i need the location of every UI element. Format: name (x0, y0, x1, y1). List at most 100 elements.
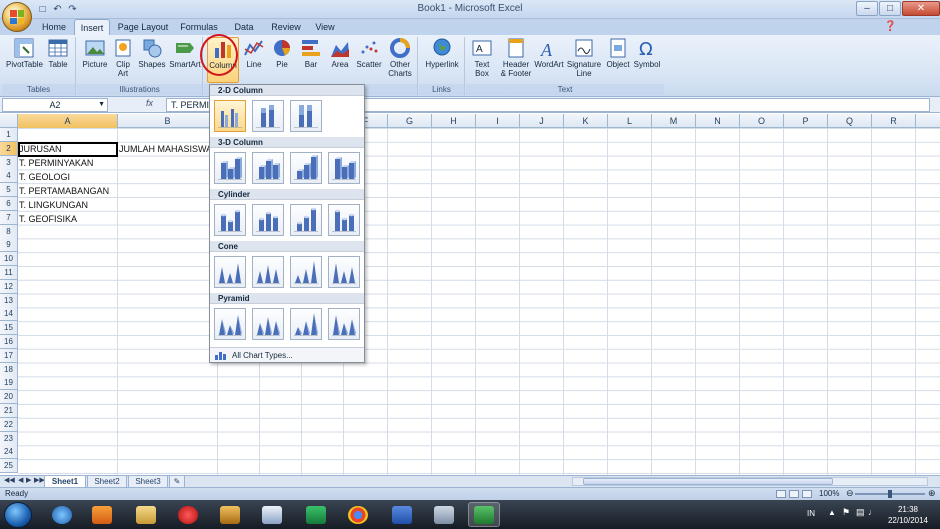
zoom-out-icon[interactable]: ⊖ (846, 488, 854, 499)
page-break-view-icon[interactable] (802, 490, 812, 498)
cells-area[interactable]: JURUSAN JUMLAH MAHASISWA T. PERMINYAKAN … (18, 128, 940, 475)
3d-column-chart-option-3[interactable] (290, 152, 322, 184)
row-header-15[interactable]: 15 (0, 321, 18, 336)
row-header-6[interactable]: 6 (0, 197, 18, 211)
column-header-i[interactable]: I (476, 114, 520, 128)
bar-chart-button[interactable]: Bar (298, 37, 324, 69)
cylinder-column-chart-option-3[interactable] (290, 204, 322, 236)
row-header-2[interactable]: 2 (0, 141, 18, 156)
row-header-16[interactable]: 16 (0, 335, 18, 349)
3d-column-chart-option-2[interactable] (252, 152, 284, 184)
tab-data[interactable]: Data (226, 19, 262, 35)
language-indicator[interactable]: IN (807, 509, 815, 518)
wordart-button[interactable]: A WordArt (534, 37, 564, 69)
column-header-l[interactable]: L (608, 114, 652, 128)
column-header-j[interactable]: J (520, 114, 564, 128)
object-button[interactable]: Object (604, 37, 632, 69)
line-chart-button[interactable]: Line (242, 37, 266, 69)
cylinder-column-chart-option-1[interactable] (214, 204, 246, 236)
file-explorer-icon[interactable] (130, 502, 162, 527)
other-charts-button[interactable]: Other Charts (385, 37, 415, 78)
row-header-7[interactable]: 7 (0, 210, 18, 225)
first-sheet-icon[interactable]: ◀◀ (4, 476, 15, 484)
insert-function-icon[interactable]: fx (146, 98, 153, 108)
all-chart-types-button[interactable]: All Chart Types... (210, 347, 364, 362)
maximize-button[interactable]: □ (879, 1, 901, 16)
2d-column-chart-option-3[interactable] (290, 100, 322, 132)
text-box-button[interactable]: A Text Box (469, 37, 495, 78)
row-header-17[interactable]: 17 (0, 348, 18, 363)
flag-icon[interactable]: ⚑ (842, 507, 850, 518)
pyramid-column-chart-option-1[interactable] (214, 308, 246, 340)
row-header-4[interactable]: 4 (0, 169, 18, 184)
tab-review[interactable]: Review (266, 19, 306, 35)
paint-icon[interactable] (428, 502, 460, 527)
close-button[interactable]: ✕ (902, 1, 940, 16)
clip-art-button[interactable]: Clip Art (112, 37, 134, 78)
row-header-3[interactable]: 3 (0, 155, 18, 170)
row-header-19[interactable]: 19 (0, 376, 18, 391)
pivottable-button[interactable]: PivotTable (6, 37, 43, 69)
office-button[interactable] (2, 2, 32, 32)
chevron-down-icon[interactable]: ▼ (98, 99, 105, 111)
row-header-18[interactable]: 18 (0, 362, 18, 377)
horizontal-scrollbar[interactable] (572, 477, 928, 486)
tab-formulas[interactable]: Formulas (175, 19, 223, 35)
column-header-p[interactable]: P (784, 114, 828, 128)
cell-a3[interactable]: T. GEOLOGI (18, 170, 118, 184)
pyramid-column-chart-option-4[interactable] (328, 308, 360, 340)
cell-a6[interactable]: T. GEOFISIKA (18, 212, 118, 226)
pyramid-column-chart-option-3[interactable] (290, 308, 322, 340)
app-icon[interactable] (214, 502, 246, 527)
row-header-22[interactable]: 22 (0, 417, 18, 432)
row-header-9[interactable]: 9 (0, 238, 18, 253)
prev-sheet-icon[interactable]: ◀ (18, 476, 23, 484)
shapes-button[interactable]: Shapes (137, 37, 167, 69)
zoom-level[interactable]: 100% (819, 489, 839, 498)
column-header-g[interactable]: G (388, 114, 432, 128)
cell-a4[interactable]: T. PERTAMABANGAN (18, 184, 118, 198)
tab-view[interactable]: View (308, 19, 342, 35)
column-header-m[interactable]: M (652, 114, 696, 128)
2d-column-chart-option-1[interactable] (214, 100, 246, 132)
tab-page-layout[interactable]: Page Layout (114, 19, 172, 35)
column-header-r[interactable]: R (872, 114, 916, 128)
cone-column-chart-option-2[interactable] (252, 256, 284, 288)
help-icon[interactable]: ❓ (884, 21, 896, 32)
row-header-13[interactable]: 13 (0, 293, 18, 308)
symbol-button[interactable]: Ω Symbol (632, 37, 662, 69)
normal-view-icon[interactable] (776, 490, 786, 498)
2d-column-chart-option-2[interactable] (252, 100, 284, 132)
tab-insert[interactable]: Insert (74, 19, 110, 35)
pie-chart-button[interactable]: Pie (269, 37, 295, 69)
scatter-chart-button[interactable]: Scatter (354, 37, 384, 69)
header-footer-button[interactable]: Header & Footer (498, 37, 534, 78)
cell-a2[interactable]: T. PERMINYAKAN (18, 156, 118, 170)
tab-home[interactable]: Home (36, 19, 72, 35)
chrome-icon[interactable] (342, 502, 374, 527)
column-header-o[interactable]: O (740, 114, 784, 128)
clock[interactable]: 21:38 22/10/2014 (880, 504, 936, 526)
smartart-button[interactable]: SmartArt (169, 37, 201, 69)
column-header-q[interactable]: Q (828, 114, 872, 128)
pyramid-column-chart-option-2[interactable] (252, 308, 284, 340)
excel-taskbar-icon[interactable] (468, 502, 500, 527)
internet-explorer-icon[interactable] (46, 502, 78, 527)
row-header-1[interactable]: 1 (0, 128, 18, 142)
signature-line-button[interactable]: Signature Line (566, 37, 602, 78)
row-header-8[interactable]: 8 (0, 224, 18, 239)
table-button[interactable]: Table (44, 37, 72, 69)
tray-expand-icon[interactable]: ▲ (828, 508, 836, 517)
cone-column-chart-option-1[interactable] (214, 256, 246, 288)
row-header-11[interactable]: 11 (0, 266, 18, 280)
row-header-20[interactable]: 20 (0, 390, 18, 405)
row-header-23[interactable]: 23 (0, 431, 18, 446)
column-header-b[interactable]: B (118, 114, 218, 128)
minimize-button[interactable]: – (856, 1, 878, 16)
cylinder-column-chart-option-2[interactable] (252, 204, 284, 236)
next-sheet-icon[interactable]: ▶ (26, 476, 31, 484)
cylinder-column-chart-option-4[interactable] (328, 204, 360, 236)
cone-column-chart-option-4[interactable] (328, 256, 360, 288)
area-chart-button[interactable]: Area (327, 37, 353, 69)
opera-icon[interactable] (172, 502, 204, 527)
